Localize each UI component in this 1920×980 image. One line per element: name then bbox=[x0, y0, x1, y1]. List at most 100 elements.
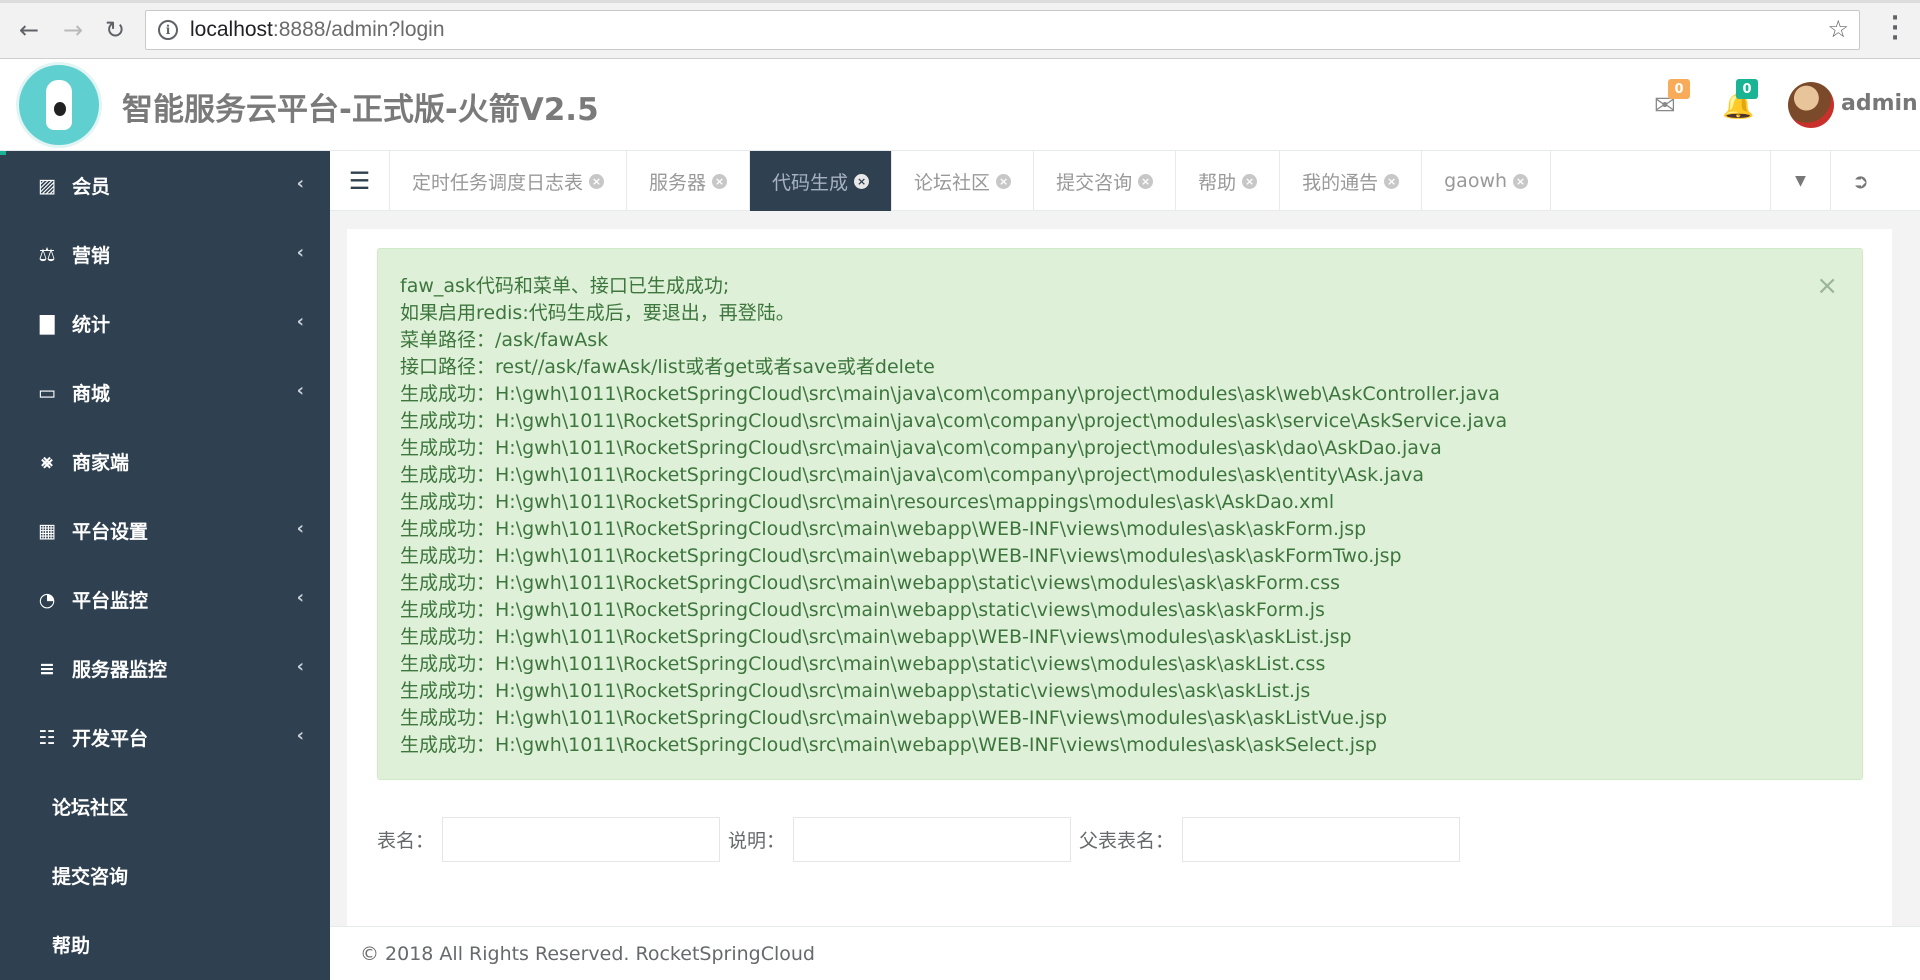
site-title: 智能服务云平台-正式版-火箭V2.5 bbox=[122, 92, 599, 128]
sidebar-item-label: 商城 bbox=[72, 383, 111, 405]
mail-count-badge: 0 bbox=[1668, 79, 1690, 99]
address-bar[interactable]: i localhost:8888/admin?login ☆ bbox=[145, 10, 1860, 50]
alert-line: 生成成功：H:\gwh\1011\RocketSpringCloud\src\m… bbox=[400, 464, 1425, 486]
parent-table-input[interactable] bbox=[1182, 817, 1461, 862]
sidebar-item[interactable]: ⚖ 营销 ‹ bbox=[0, 220, 330, 289]
close-tab-icon[interactable]: × bbox=[712, 173, 728, 189]
footer: © 2018 All Rights Reserved. RocketSpring… bbox=[330, 926, 1920, 980]
sidebar-item-label: 服务器监控 bbox=[72, 659, 168, 681]
sidebar-item-label: 平台设置 bbox=[72, 521, 149, 543]
chevron-left-icon: ‹ bbox=[296, 380, 304, 401]
cart-icon: ⨳ bbox=[41, 450, 53, 473]
map-icon: ▨ bbox=[38, 174, 56, 197]
sidebar: ▨ 会员 ‹ ⚖ 营销 ‹ ▇ 统计 ‹ ▭ 商城 ‹ ⨳ 商家端 ▦ 平台设置 ‹ ◔ 平台监控 ‹ ≡ 服务器监控 ‹ ☷… bbox=[0, 151, 330, 980]
back-icon[interactable]: ← bbox=[14, 15, 44, 45]
content-panel: × faw_ask代码和菜单、接口已生成成功; 如果启用redis:代码生成后，要… bbox=[347, 229, 1892, 966]
sidebar-item[interactable]: ▨ 会员 ‹ bbox=[0, 151, 330, 220]
chevron-left-icon: ‹ bbox=[296, 725, 304, 746]
logo bbox=[16, 62, 102, 148]
chevron-left-icon: ‹ bbox=[296, 173, 304, 194]
table-name-label: 表名： bbox=[377, 830, 435, 852]
menu-toggle-icon[interactable]: ☰ bbox=[330, 151, 390, 211]
alert-messages: faw_ask代码和菜单、接口已生成成功; 如果启用redis:代码生成后，要退出… bbox=[400, 273, 1840, 759]
comments-label: 说明： bbox=[728, 830, 786, 852]
alert-line: 生成成功：H:\gwh\1011\RocketSpringCloud\src\m… bbox=[400, 437, 1442, 459]
bookmark-star-icon[interactable]: ☆ bbox=[1827, 15, 1849, 43]
main-content: × faw_ask代码和菜单、接口已生成成功; 如果启用redis:代码生成后，要… bbox=[330, 212, 1920, 966]
alert-line: 生成成功：H:\gwh\1011\RocketSpringCloud\src\m… bbox=[400, 626, 1352, 648]
close-tab-icon[interactable]: × bbox=[1138, 173, 1154, 189]
th-icon: ☷ bbox=[38, 726, 56, 749]
page-tab[interactable]: 我的通告 × bbox=[1280, 151, 1423, 211]
chevron-left-icon: ‹ bbox=[296, 311, 304, 332]
close-tab-icon[interactable]: × bbox=[996, 173, 1012, 189]
page-tab-label: 定时任务调度日志表 bbox=[412, 171, 584, 194]
sidebar-item[interactable]: ▇ 统计 ‹ bbox=[0, 289, 330, 358]
comments-input[interactable] bbox=[793, 817, 1072, 862]
close-tab-icon[interactable]: × bbox=[1513, 173, 1529, 189]
url-path: :8888/admin?login bbox=[272, 18, 445, 41]
bar-chart-icon: ▇ bbox=[39, 312, 55, 335]
alert-line: 生成成功：H:\gwh\1011\RocketSpringCloud\src\m… bbox=[400, 707, 1388, 729]
chevron-left-icon: ‹ bbox=[296, 656, 304, 677]
tabs-dropdown-icon[interactable]: ▼ bbox=[1770, 151, 1830, 211]
alert-close-icon[interactable]: × bbox=[1816, 273, 1838, 300]
page-tab-label: gaowh bbox=[1444, 170, 1508, 192]
sidebar-item[interactable]: ▭ 商城 ‹ bbox=[0, 358, 330, 427]
page-tab-label: 帮助 bbox=[1198, 171, 1237, 194]
alert-line: 菜单路径：/ask/fawAsk bbox=[400, 329, 609, 351]
close-tab-icon[interactable]: × bbox=[1384, 173, 1400, 189]
sidebar-item[interactable]: ▦ 平台设置 ‹ bbox=[0, 496, 330, 565]
page-tab[interactable]: gaowh × bbox=[1422, 151, 1552, 211]
sidebar-item-label: 商家端 bbox=[72, 452, 130, 474]
url-text[interactable]: localhost:8888/admin?login bbox=[190, 18, 445, 42]
page-tab[interactable]: 代码生成 × bbox=[750, 151, 893, 211]
close-tab-icon[interactable]: × bbox=[589, 173, 605, 189]
site-info-icon[interactable]: i bbox=[158, 20, 178, 40]
alert-line: 生成成功：H:\gwh\1011\RocketSpringCloud\src\m… bbox=[400, 491, 1335, 513]
sidebar-item[interactable]: ≡ 服务器监控 ‹ bbox=[0, 634, 330, 703]
page-tab[interactable]: 论坛社区 × bbox=[892, 151, 1035, 211]
grid-icon: ▦ bbox=[38, 519, 56, 542]
chevron-left-icon: ‹ bbox=[296, 518, 304, 539]
search-form: 表名： 说明： 父表表名： bbox=[377, 817, 1468, 862]
browser-tab-strip bbox=[0, 0, 1920, 3]
parent-table-label: 父表表名： bbox=[1079, 830, 1175, 852]
avatar[interactable] bbox=[1788, 82, 1834, 128]
chevron-left-icon: ‹ bbox=[296, 242, 304, 263]
close-tab-icon[interactable]: × bbox=[1242, 173, 1258, 189]
alert-line: 接口路径：rest//ask/fawAsk/list或者get或者save或者d… bbox=[400, 356, 935, 378]
sidebar-item[interactable]: ☷ 开发平台 ‹ bbox=[0, 703, 330, 772]
sidebar-item-label: 会员 bbox=[72, 176, 111, 198]
alert-line: 生成成功：H:\gwh\1011\RocketSpringCloud\src\m… bbox=[400, 518, 1367, 540]
table-name-input[interactable] bbox=[442, 817, 721, 862]
page-tab[interactable]: 帮助 × bbox=[1176, 151, 1281, 211]
notification-count-badge: 0 bbox=[1736, 79, 1758, 99]
alert-line: 生成成功：H:\gwh\1011\RocketSpringCloud\src\m… bbox=[400, 653, 1326, 675]
alert-line: 生成成功：H:\gwh\1011\RocketSpringCloud\src\m… bbox=[400, 599, 1325, 621]
browser-toolbar: ← → ↻ i localhost:8888/admin?login ☆ · · · bbox=[0, 0, 1920, 59]
alert-line: 生成成功：H:\gwh\1011\RocketSpringCloud\src\m… bbox=[400, 383, 1500, 405]
user-name[interactable]: admin bbox=[1841, 91, 1918, 116]
chevron-left-icon: ‹ bbox=[296, 587, 304, 608]
desktop-icon: ▭ bbox=[38, 381, 56, 404]
sidebar-item-label: 营销 bbox=[72, 245, 111, 267]
page-tab[interactable]: 服务器 × bbox=[627, 151, 751, 211]
sidebar-subitem[interactable]: 提交咨询 bbox=[0, 841, 330, 910]
page-tab-label: 论坛社区 bbox=[914, 171, 991, 194]
dashboard-icon: ◔ bbox=[38, 588, 56, 611]
sidebar-item[interactable]: ◔ 平台监控 ‹ bbox=[0, 565, 330, 634]
logout-icon[interactable]: ➲ bbox=[1830, 151, 1890, 211]
page-tab-label: 提交咨询 bbox=[1056, 171, 1133, 194]
forward-icon[interactable]: → bbox=[58, 15, 88, 45]
reload-icon[interactable]: ↻ bbox=[100, 15, 130, 45]
browser-menu-icon[interactable]: · · · bbox=[1890, 8, 1900, 50]
close-tab-icon[interactable]: × bbox=[854, 173, 870, 189]
sidebar-subitem[interactable]: 帮助 bbox=[0, 910, 330, 979]
page-tab[interactable]: 定时任务调度日志表 × bbox=[390, 151, 628, 211]
copyright-text: © 2018 All Rights Reserved. RocketSpring… bbox=[360, 942, 815, 965]
sidebar-menu: ▨ 会员 ‹ ⚖ 营销 ‹ ▇ 统计 ‹ ▭ 商城 ‹ ⨳ 商家端 ▦ 平台设置 ‹ ◔ 平台监控 ‹ ≡ 服务器监控 ‹ ☷… bbox=[0, 151, 330, 772]
sidebar-item[interactable]: ⨳ 商家端 bbox=[0, 427, 330, 496]
page-tab[interactable]: 提交咨询 × bbox=[1034, 151, 1177, 211]
sidebar-subitem[interactable]: 论坛社区 bbox=[0, 772, 330, 841]
